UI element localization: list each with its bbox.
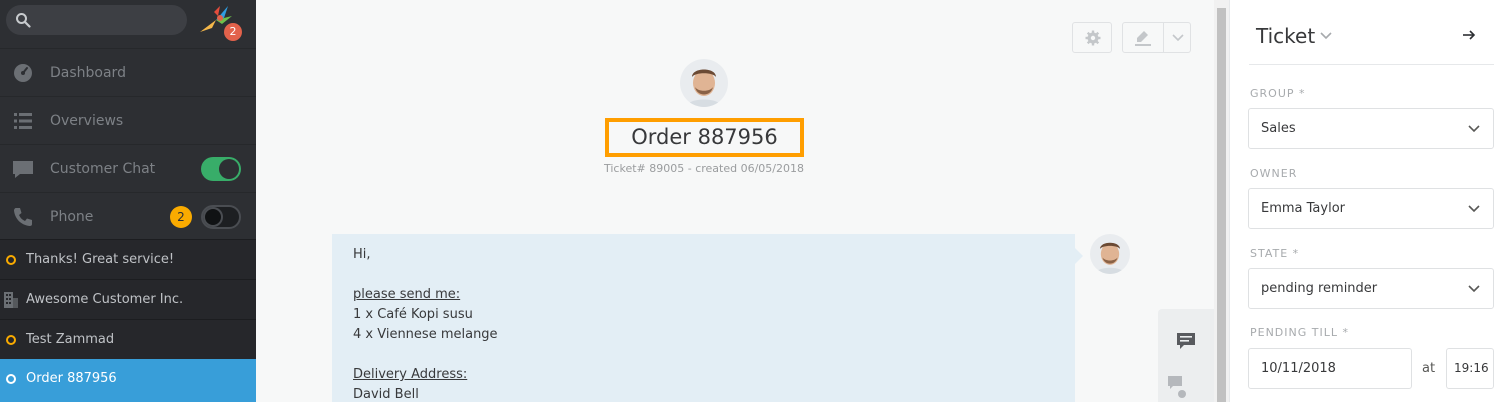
pending-date-input[interactable]: 10/11/2018 <box>1248 348 1412 389</box>
task-tab-awesome-customer[interactable]: Awesome Customer Inc. <box>0 279 256 319</box>
list-icon <box>14 113 32 129</box>
pending-time-input[interactable]: 19:16 <box>1446 348 1494 389</box>
article-greeting: Hi, <box>353 247 371 262</box>
organization-icon <box>4 292 18 308</box>
gear-icon <box>1085 30 1101 46</box>
task-label: Thanks! Great service! <box>26 252 175 267</box>
divider <box>1249 64 1494 65</box>
at-label: at <box>1422 361 1436 376</box>
owner-label: OWNER <box>1250 167 1298 180</box>
pending-time-value: 19:16 <box>1454 361 1489 375</box>
group-select[interactable]: Sales <box>1248 108 1494 149</box>
highlight-button[interactable] <box>1122 22 1191 53</box>
phone-count-badge: 2 <box>170 206 192 228</box>
phone-toggle[interactable] <box>201 205 241 229</box>
bubble-pointer <box>1075 248 1083 264</box>
nav-item-dashboard[interactable]: Dashboard <box>0 48 256 96</box>
nav-label: Overviews <box>50 113 124 129</box>
chevron-down-icon <box>1468 205 1480 213</box>
customer-info-icon[interactable] <box>1166 374 1188 402</box>
article-avatar[interactable] <box>1090 234 1130 274</box>
task-label: Order 887956 <box>26 371 117 386</box>
chat-icon <box>13 161 33 178</box>
scrollbar-thumb[interactable] <box>1217 8 1226 402</box>
nav-label: Phone <box>50 209 94 225</box>
panel-title[interactable]: Ticket <box>1256 24 1315 48</box>
nav-label: Dashboard <box>50 65 126 81</box>
pending-till-label: PENDING TILL * <box>1250 326 1349 339</box>
article-address-heading: Delivery Address: <box>353 367 468 382</box>
state-label: STATE * <box>1250 247 1300 260</box>
article-address-name: David Bell <box>353 387 419 402</box>
navigation-sidebar: 2 Dashboard Overviews Customer Chat Phon… <box>0 0 256 402</box>
ticket-title[interactable]: Order 887956 <box>609 122 800 153</box>
owner-select[interactable]: Emma Taylor <box>1248 188 1494 229</box>
message-icon[interactable] <box>1176 331 1196 351</box>
group-label: GROUP * <box>1250 87 1306 100</box>
task-tab-order-887956[interactable]: Order 887956 <box>0 359 256 402</box>
article-bubble[interactable]: Hi, please send me: 1 x Café Kopi susu 4… <box>332 234 1075 402</box>
chevron-down-icon <box>1468 285 1480 293</box>
chevron-down-icon[interactable] <box>1172 34 1184 42</box>
ticket-ring-icon <box>6 255 16 265</box>
nav-item-customer-chat[interactable]: Customer Chat <box>0 144 256 192</box>
notification-badge[interactable]: 2 <box>224 23 242 41</box>
article-body: Hi, please send me: 1 x Café Kopi susu 4… <box>353 245 498 402</box>
avatar-icon <box>680 59 728 107</box>
state-select[interactable]: pending reminder <box>1248 268 1494 309</box>
search-icon <box>16 13 31 28</box>
task-label: Awesome Customer Inc. <box>26 292 184 307</box>
customer-chat-toggle[interactable] <box>201 157 241 181</box>
nav-item-phone[interactable]: Phone 2 <box>0 192 256 240</box>
task-tab-test-zammad[interactable]: Test Zammad <box>0 319 256 359</box>
article-line: 4 x Viennese melange <box>353 327 498 342</box>
task-tab-thanks[interactable]: Thanks! Great service! <box>0 239 256 279</box>
sidebar-tabs <box>1158 309 1214 402</box>
article-line: 1 x Café Kopi susu <box>353 307 473 322</box>
customer-avatar[interactable] <box>680 59 728 107</box>
ticket-ring-icon <box>6 335 16 345</box>
collapse-arrow-icon[interactable] <box>1462 28 1476 42</box>
ticket-meta: Ticket# 89005 - created 06/05/2018 <box>603 162 804 175</box>
group-value: Sales <box>1261 121 1296 136</box>
pending-date-value: 10/11/2018 <box>1261 361 1336 376</box>
main-scrollbar[interactable] <box>1214 0 1229 402</box>
settings-button[interactable] <box>1072 22 1112 53</box>
dashboard-icon <box>14 64 32 82</box>
ticket-sidebar-panel: Ticket GROUP * Sales OWNER Emma Taylor S… <box>1229 0 1503 402</box>
phone-icon <box>14 208 32 226</box>
article-request-heading: please send me: <box>353 287 461 302</box>
highlighter-icon <box>1135 31 1151 46</box>
ticket-ring-icon <box>6 374 16 384</box>
ticket-zoom: Order 887956 Ticket# 89005 - created 06/… <box>256 0 1229 402</box>
title-highlight: Order 887956 <box>605 118 804 157</box>
task-label: Test Zammad <box>26 332 115 347</box>
owner-value: Emma Taylor <box>1261 201 1345 216</box>
nav-label: Customer Chat <box>50 161 156 177</box>
chevron-down-icon <box>1468 125 1480 133</box>
avatar-icon <box>1090 234 1130 274</box>
nav-item-overviews[interactable]: Overviews <box>0 96 256 144</box>
search-input[interactable] <box>6 5 187 35</box>
state-value: pending reminder <box>1261 281 1378 296</box>
chevron-down-icon[interactable] <box>1320 32 1332 40</box>
